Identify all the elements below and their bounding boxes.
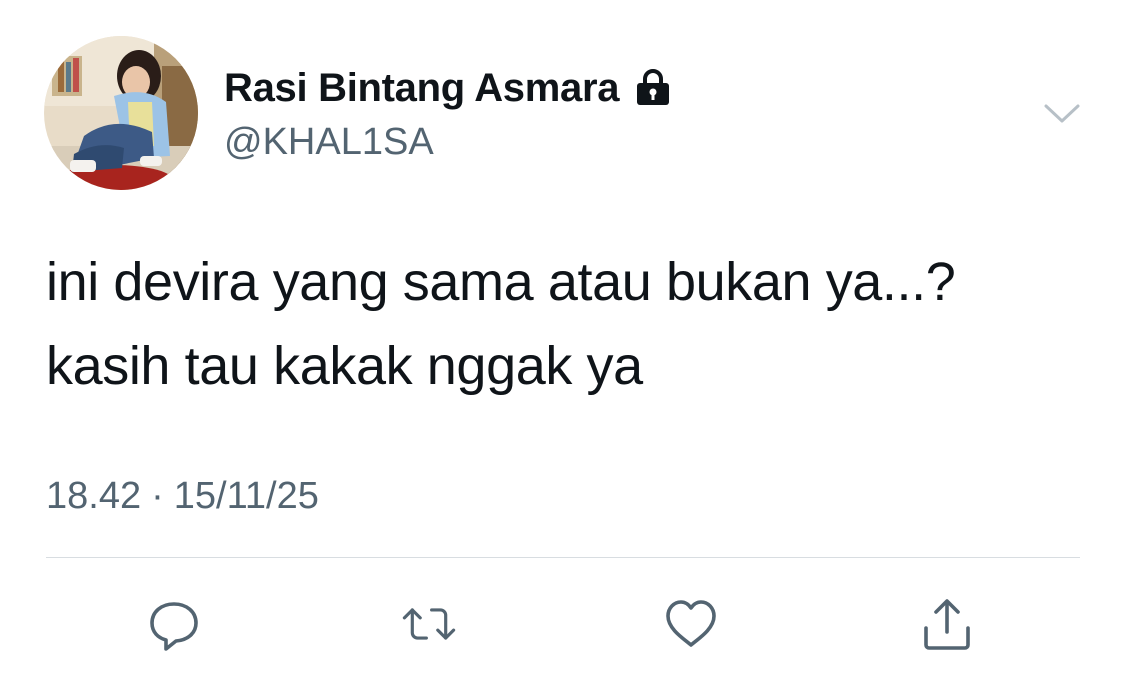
heart-icon [662,596,720,652]
reply-icon [145,596,203,652]
display-name-row[interactable]: Rasi Bintang Asmara [224,62,673,114]
tweet-card: Rasi Bintang Asmara @KHAL1SA ini devira … [0,0,1125,691]
reply-button[interactable] [145,596,203,652]
tweet-text: ini devira yang sama atau bukan ya...? k… [46,240,1086,408]
share-button[interactable] [918,596,976,652]
meta-separator: · [151,475,164,517]
avatar[interactable] [44,36,198,190]
share-icon [918,596,976,652]
retweet-icon [400,596,458,652]
lock-icon [633,68,673,108]
tweet-date: 15/11/25 [173,475,319,517]
tweet-text-line: ini devira yang sama atau bukan ya...? [46,252,956,312]
tweet-text-line: kasih tau kakak nggak ya [46,336,643,396]
chevron-down-icon[interactable] [1040,96,1084,130]
user-handle[interactable]: @KHAL1SA [224,117,434,167]
retweet-button[interactable] [400,596,458,652]
tweet-time: 18.42 [46,475,142,517]
like-button[interactable] [662,596,720,652]
display-name[interactable]: Rasi Bintang Asmara [224,62,619,114]
tweet-timestamp[interactable]: 18.42 · 15/11/25 [46,471,319,521]
divider [46,557,1080,558]
